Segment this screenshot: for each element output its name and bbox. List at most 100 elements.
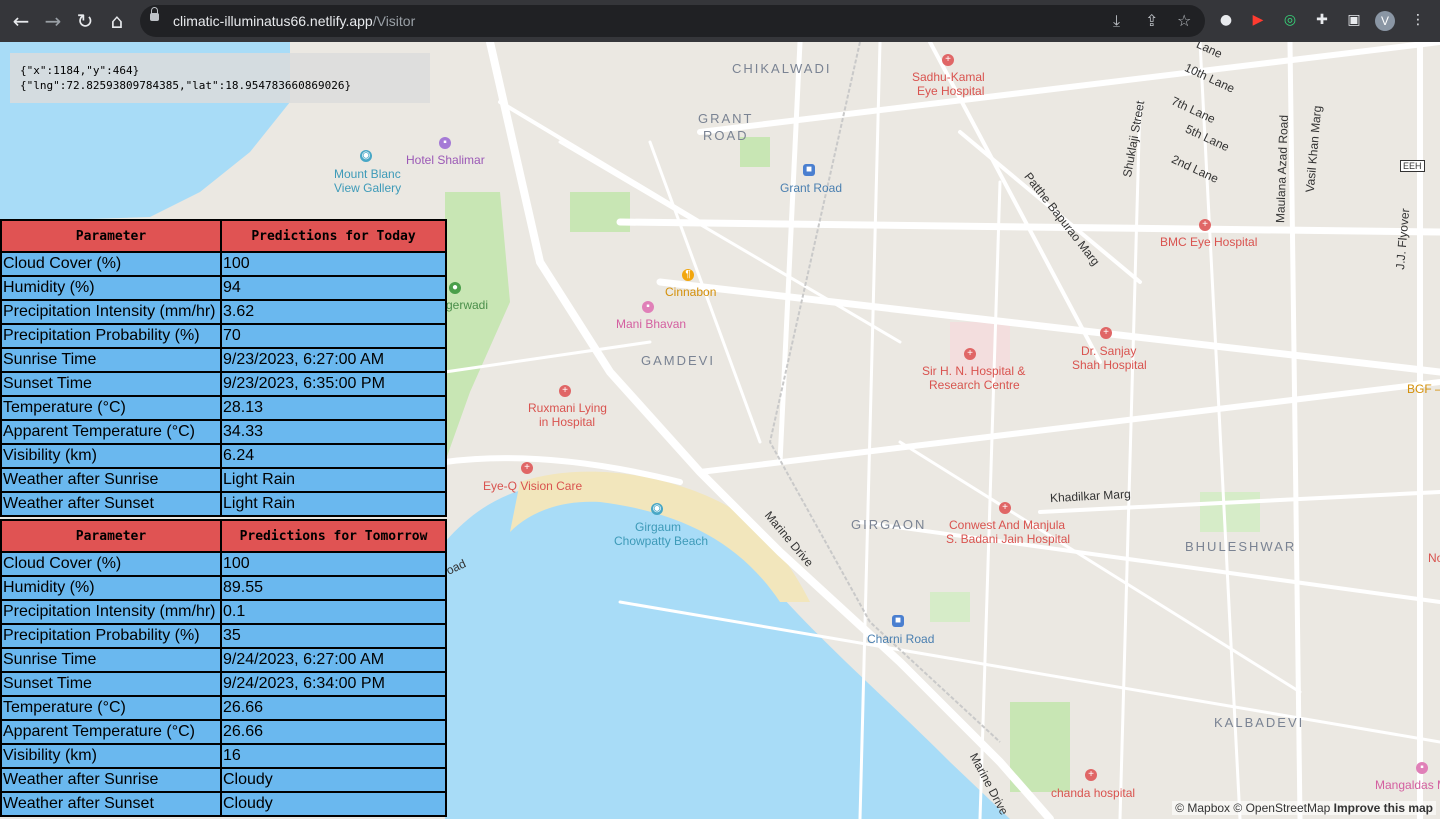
home-icon[interactable]: ⌂	[104, 8, 130, 34]
table-row: Weather after Sunset Cloudy	[2, 793, 445, 815]
puzzle-icon[interactable]: ✚	[1313, 11, 1331, 29]
park-icon[interactable]: ●	[449, 282, 461, 294]
beach-icon[interactable]: ◉	[651, 503, 663, 515]
poi-label[interactable]: Eye Hospital	[917, 84, 984, 98]
forward-icon[interactable]: →	[40, 8, 66, 34]
pixel-coords: {"x":1184,"y":464}	[20, 64, 140, 77]
train-icon[interactable]: ■	[892, 615, 904, 627]
table-row: Precipitation Intensity (mm/hr) 3.62	[2, 301, 445, 323]
poi-label[interactable]: Hotel Shalimar	[406, 153, 485, 167]
restaurant-icon[interactable]: ¶	[682, 269, 694, 281]
poi-label[interactable]: Mani Bhavan	[616, 317, 686, 331]
poi-label[interactable]: Eye-Q Vision Care	[483, 479, 582, 493]
poi-label[interactable]: Sir H. N. Hospital &	[922, 364, 1025, 378]
train-icon[interactable]: ■	[803, 164, 815, 176]
target-icon[interactable]: ◎	[1281, 11, 1299, 29]
poi-label[interactable]: Charni Road	[867, 632, 934, 646]
value-cell: 34.33	[222, 421, 445, 443]
poi-label[interactable]: Sadhu-Kamal	[912, 70, 985, 84]
back-icon[interactable]: ←	[8, 8, 34, 34]
poi-label[interactable]: View Gallery	[334, 181, 401, 195]
poi-label[interactable]: Mount Blanc	[334, 167, 401, 181]
value-cell: 3.62	[222, 301, 445, 323]
parameter-cell: Sunset Time	[2, 673, 220, 695]
poi-label[interactable]: Conwest And Manjula	[949, 518, 1065, 532]
hospital-icon[interactable]: +	[1100, 327, 1112, 339]
parameter-cell: Weather after Sunset	[2, 793, 220, 815]
poi-label[interactable]: Ruxmani Lying	[528, 401, 607, 415]
table-header-row: Parameter Predictions for Today	[2, 221, 445, 251]
poi-label[interactable]: BMC Eye Hospital	[1160, 235, 1257, 249]
youtube-icon[interactable]: ▶	[1249, 11, 1267, 29]
hotel-icon[interactable]: ▪	[439, 137, 451, 149]
table-row: Precipitation Intensity (mm/hr) 0.1	[2, 601, 445, 623]
address-bar[interactable]: climatic-illuminatus66.netlify.app/Visit…	[140, 5, 1205, 37]
poi-label[interactable]: EEH	[1400, 160, 1425, 172]
parameter-cell: Visibility (km)	[2, 745, 220, 767]
poi-label[interactable]: Shah Hospital	[1072, 358, 1147, 372]
value-cell: 0.1	[222, 601, 445, 623]
mapbox-link[interactable]: © Mapbox	[1175, 801, 1230, 815]
reload-icon[interactable]: ↻	[72, 8, 98, 34]
table-row: Sunset Time 9/24/2023, 6:34:00 PM	[2, 673, 445, 695]
hospital-icon[interactable]: +	[559, 385, 571, 397]
hospital-icon[interactable]: +	[521, 462, 533, 474]
lock-icon[interactable]	[150, 7, 159, 21]
osm-link[interactable]: © OpenStreetMap	[1233, 801, 1330, 815]
table-row: Sunset Time 9/23/2023, 6:35:00 PM	[2, 373, 445, 395]
parameter-cell: Cloud Cover (%)	[2, 253, 220, 275]
sidepanel-icon[interactable]: ▣	[1345, 11, 1363, 29]
district-label: CHIKALWADI	[732, 61, 832, 76]
star-icon[interactable]: ☆	[1177, 11, 1191, 30]
parameter-cell: Temperature (°C)	[2, 697, 220, 719]
avatar[interactable]: V	[1375, 11, 1395, 31]
today-predictions-table: Parameter Predictions for Today Cloud Co…	[0, 219, 447, 517]
table-row: Sunrise Time 9/24/2023, 6:27:00 AM	[2, 649, 445, 671]
value-cell: 16	[222, 745, 445, 767]
install-icon[interactable]: ⤓	[1113, 11, 1120, 31]
share-icon[interactable]: ⇪	[1145, 11, 1158, 30]
poi-label[interactable]: Girgaum	[635, 520, 681, 534]
url-text[interactable]: climatic-illuminatus66.netlify.app/Visit…	[173, 13, 415, 29]
shop-icon[interactable]: ▪	[1416, 762, 1428, 774]
table-row: Apparent Temperature (°C) 26.66	[2, 721, 445, 743]
poi-label[interactable]: Dr. Sanjay	[1081, 344, 1136, 358]
parameter-cell: Temperature (°C)	[2, 397, 220, 419]
museum-icon[interactable]: ▪	[642, 301, 654, 313]
gallery-icon[interactable]: ◉	[360, 150, 372, 162]
hospital-icon[interactable]: +	[999, 502, 1011, 514]
value-cell: 100	[222, 253, 445, 275]
hospital-icon[interactable]: +	[1199, 219, 1211, 231]
poi-label[interactable]: in Hospital	[539, 415, 595, 429]
parameter-cell: Humidity (%)	[2, 277, 220, 299]
poi-label[interactable]: Chowpatty Beach	[614, 534, 708, 548]
table-row: Cloud Cover (%) 100	[2, 553, 445, 575]
value-cell: 100	[222, 553, 445, 575]
latlng-coords: {"lng":72.82593809784385,"lat":18.954783…	[20, 79, 352, 92]
parameter-cell: Humidity (%)	[2, 577, 220, 599]
table-row: Apparent Temperature (°C) 34.33	[2, 421, 445, 443]
value-cell: 70	[222, 325, 445, 347]
parameter-cell: Sunrise Time	[2, 349, 220, 371]
hospital-icon[interactable]: +	[964, 348, 976, 360]
table-row: Temperature (°C) 26.66	[2, 697, 445, 719]
poi-label[interactable]: Research Centre	[929, 378, 1020, 392]
poi-label[interactable]: No	[1428, 551, 1440, 565]
poi-label[interactable]: Mangaldas M	[1375, 778, 1440, 792]
poi-label[interactable]: chanda hospital	[1051, 786, 1135, 800]
value-cell: Cloudy	[222, 793, 445, 815]
hospital-icon[interactable]: +	[942, 54, 954, 66]
table-row: Precipitation Probability (%) 35	[2, 625, 445, 647]
menu-icon[interactable]: ⋮	[1409, 11, 1427, 29]
improve-map-link[interactable]: Improve this map	[1334, 801, 1433, 815]
poi-label[interactable]: BGF –	[1407, 382, 1440, 396]
extension-icon[interactable]: ●	[1217, 11, 1235, 29]
hospital-icon[interactable]: +	[1085, 769, 1097, 781]
poi-label[interactable]: Cinnabon	[665, 285, 716, 299]
poi-label[interactable]: gerwadi	[446, 298, 488, 312]
poi-label[interactable]: Grant Road	[780, 181, 842, 195]
table-row: Sunrise Time 9/23/2023, 6:27:00 AM	[2, 349, 445, 371]
value-cell: 9/23/2023, 6:27:00 AM	[222, 349, 445, 371]
parameter-cell: Weather after Sunset	[2, 493, 220, 515]
poi-label[interactable]: S. Badani Jain Hospital	[946, 532, 1070, 546]
